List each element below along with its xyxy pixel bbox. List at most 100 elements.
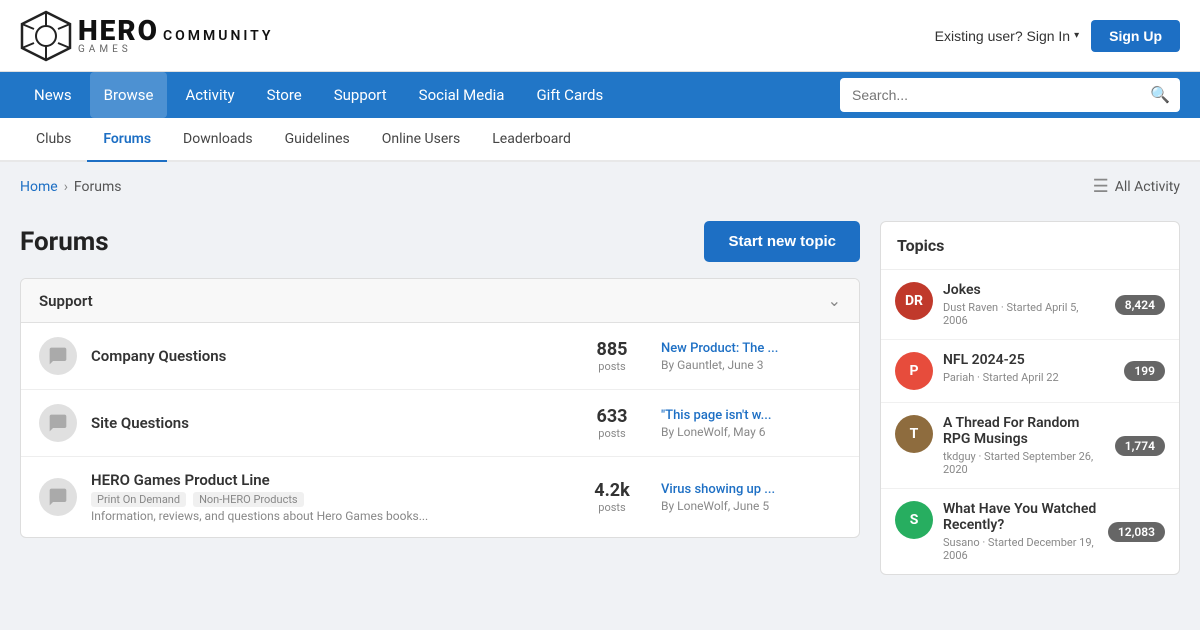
nav-item-browse[interactable]: Browse bbox=[90, 72, 168, 118]
support-section: Support ⌄ Company Questions 885 posts Ne… bbox=[20, 278, 860, 538]
topic-meta-watched: Susano · Started December 19, 2006 bbox=[943, 536, 1098, 562]
topic-avatar-rpg: T bbox=[895, 415, 933, 453]
forum-desc-hero: Information, reviews, and questions abou… bbox=[91, 509, 563, 523]
forum-latest-title-company[interactable]: New Product: The ... bbox=[661, 341, 841, 356]
topic-avatar-nfl: P bbox=[895, 352, 933, 390]
topic-count-jokes: 8,424 bbox=[1115, 295, 1165, 315]
activity-icon: ☰ bbox=[1093, 176, 1109, 197]
breadcrumb: Home › Forums bbox=[20, 179, 121, 195]
forums-title: Forums bbox=[20, 227, 109, 257]
forum-icon-site bbox=[39, 404, 77, 442]
logo[interactable]: HERO COMMUNITY GAMES bbox=[20, 10, 274, 62]
forum-posts-label-site: posts bbox=[577, 427, 647, 440]
sign-up-button[interactable]: Sign Up bbox=[1091, 20, 1180, 52]
topic-body-rpg: A Thread For Random RPG Musings tkdguy ·… bbox=[943, 415, 1105, 476]
forums-header: Forums Start new topic bbox=[20, 211, 860, 262]
topic-title-nfl[interactable]: NFL 2024-25 bbox=[943, 352, 1114, 368]
chat-icon-3 bbox=[48, 487, 68, 507]
forum-posts-label-company: posts bbox=[577, 360, 647, 373]
sign-in-button[interactable]: Existing user? Sign In ▾ bbox=[935, 28, 1079, 44]
forum-info-hero: HERO Games Product Line Print On Demand … bbox=[91, 471, 563, 523]
topic-row-nfl: P NFL 2024-25 Pariah · Started April 22 … bbox=[881, 340, 1179, 403]
topic-body-nfl: NFL 2024-25 Pariah · Started April 22 bbox=[943, 352, 1114, 384]
all-activity-link[interactable]: ☰ All Activity bbox=[1093, 176, 1180, 197]
site-header: HERO COMMUNITY GAMES Existing user? Sign… bbox=[0, 0, 1200, 72]
forum-name-company[interactable]: Company Questions bbox=[91, 347, 563, 365]
forum-posts-label-hero: posts bbox=[577, 501, 647, 514]
nav-item-activity[interactable]: Activity bbox=[171, 72, 248, 118]
logo-community-text: COMMUNITY bbox=[163, 29, 274, 43]
all-activity-label: All Activity bbox=[1115, 179, 1180, 195]
search-button[interactable]: 🔍 bbox=[1140, 85, 1180, 105]
main-navbar: News Browse Activity Store Support Socia… bbox=[0, 72, 1200, 118]
topic-count-nfl: 199 bbox=[1124, 361, 1165, 381]
sign-in-label: Existing user? Sign In bbox=[935, 28, 1070, 44]
subnav-item-leaderboard[interactable]: Leaderboard bbox=[476, 118, 587, 162]
nav-item-news[interactable]: News bbox=[20, 72, 86, 118]
topic-body-watched: What Have You Watched Recently? Susano ·… bbox=[943, 501, 1098, 562]
sub-navbar: Clubs Forums Downloads Guidelines Online… bbox=[0, 118, 1200, 162]
topic-title-rpg[interactable]: A Thread For Random RPG Musings bbox=[943, 415, 1105, 447]
subnav-item-downloads[interactable]: Downloads bbox=[167, 118, 269, 162]
subnav-item-forums[interactable]: Forums bbox=[87, 118, 167, 162]
search-bar: 🔍 bbox=[840, 78, 1180, 112]
sign-in-arrow: ▾ bbox=[1074, 30, 1079, 41]
forum-row-company-questions: Company Questions 885 posts New Product:… bbox=[21, 323, 859, 390]
right-panel: Topics DR Jokes Dust Raven · Started Apr… bbox=[880, 211, 1180, 575]
logo-text: HERO COMMUNITY GAMES bbox=[78, 17, 274, 55]
topic-meta-nfl: Pariah · Started April 22 bbox=[943, 371, 1114, 384]
topic-body-jokes: Jokes Dust Raven · Started April 5, 2006 bbox=[943, 282, 1105, 327]
forum-posts-hero: 4.2k posts bbox=[577, 480, 647, 514]
forum-sub-items-hero: Print On Demand Non-HERO Products bbox=[91, 492, 563, 506]
forum-latest-meta-company: By Gauntlet, June 3 bbox=[661, 358, 841, 372]
sub-item-non-hero[interactable]: Non-HERO Products bbox=[193, 492, 304, 507]
breadcrumb-home[interactable]: Home bbox=[20, 179, 58, 195]
sub-item-print[interactable]: Print On Demand bbox=[91, 492, 186, 507]
subnav-item-online-users[interactable]: Online Users bbox=[366, 118, 477, 162]
forum-latest-meta-hero: By LoneWolf, June 5 bbox=[661, 499, 841, 513]
forum-name-hero[interactable]: HERO Games Product Line bbox=[91, 471, 563, 489]
nav-item-social-media[interactable]: Social Media bbox=[405, 72, 519, 118]
section-chevron-icon: ⌄ bbox=[828, 291, 841, 310]
left-panel: Forums Start new topic Support ⌄ Company… bbox=[20, 211, 860, 575]
topic-title-watched[interactable]: What Have You Watched Recently? bbox=[943, 501, 1098, 533]
nav-item-store[interactable]: Store bbox=[253, 72, 316, 118]
breadcrumb-bar: Home › Forums ☰ All Activity bbox=[0, 162, 1200, 211]
forum-latest-company: New Product: The ... By Gauntlet, June 3 bbox=[661, 341, 841, 372]
topic-title-jokes[interactable]: Jokes bbox=[943, 282, 1105, 298]
forum-posts-count-site: 633 bbox=[577, 406, 647, 427]
topic-meta-rpg: tkdguy · Started September 26, 2020 bbox=[943, 450, 1105, 476]
logo-icon bbox=[20, 10, 72, 62]
breadcrumb-current: Forums bbox=[74, 179, 122, 195]
support-section-header[interactable]: Support ⌄ bbox=[21, 279, 859, 323]
forum-latest-site: "This page isn't w... By LoneWolf, May 6 bbox=[661, 408, 841, 439]
topic-avatar-watched: S bbox=[895, 501, 933, 539]
forum-info-company: Company Questions bbox=[91, 347, 563, 365]
forum-latest-title-site[interactable]: "This page isn't w... bbox=[661, 408, 841, 423]
forum-name-site[interactable]: Site Questions bbox=[91, 414, 563, 432]
topic-avatar-jokes: DR bbox=[895, 282, 933, 320]
nav-item-gift-cards[interactable]: Gift Cards bbox=[522, 72, 617, 118]
forum-posts-count-company: 885 bbox=[577, 339, 647, 360]
nav-item-support[interactable]: Support bbox=[320, 72, 401, 118]
search-input[interactable] bbox=[840, 87, 1140, 103]
subnav-item-guidelines[interactable]: Guidelines bbox=[269, 118, 366, 162]
topics-header: Topics bbox=[881, 222, 1179, 270]
forum-latest-title-hero[interactable]: Virus showing up ... bbox=[661, 482, 841, 497]
breadcrumb-sep: › bbox=[64, 179, 68, 195]
forum-row-site-questions: Site Questions 633 posts "This page isn'… bbox=[21, 390, 859, 457]
forum-info-site: Site Questions bbox=[91, 414, 563, 432]
forum-posts-company: 885 posts bbox=[577, 339, 647, 373]
header-right: Existing user? Sign In ▾ Sign Up bbox=[935, 20, 1180, 52]
forum-icon-company bbox=[39, 337, 77, 375]
subnav-item-clubs[interactable]: Clubs bbox=[20, 118, 87, 162]
forum-posts-count-hero: 4.2k bbox=[577, 480, 647, 501]
topic-row-watched: S What Have You Watched Recently? Susano… bbox=[881, 489, 1179, 574]
topic-row-jokes: DR Jokes Dust Raven · Started April 5, 2… bbox=[881, 270, 1179, 340]
logo-hero-text: HERO bbox=[78, 17, 159, 45]
topic-row-rpg: T A Thread For Random RPG Musings tkdguy… bbox=[881, 403, 1179, 489]
topic-meta-jokes: Dust Raven · Started April 5, 2006 bbox=[943, 301, 1105, 327]
start-topic-button[interactable]: Start new topic bbox=[704, 221, 860, 262]
chat-icon-2 bbox=[48, 413, 68, 433]
topic-count-rpg: 1,774 bbox=[1115, 436, 1165, 456]
